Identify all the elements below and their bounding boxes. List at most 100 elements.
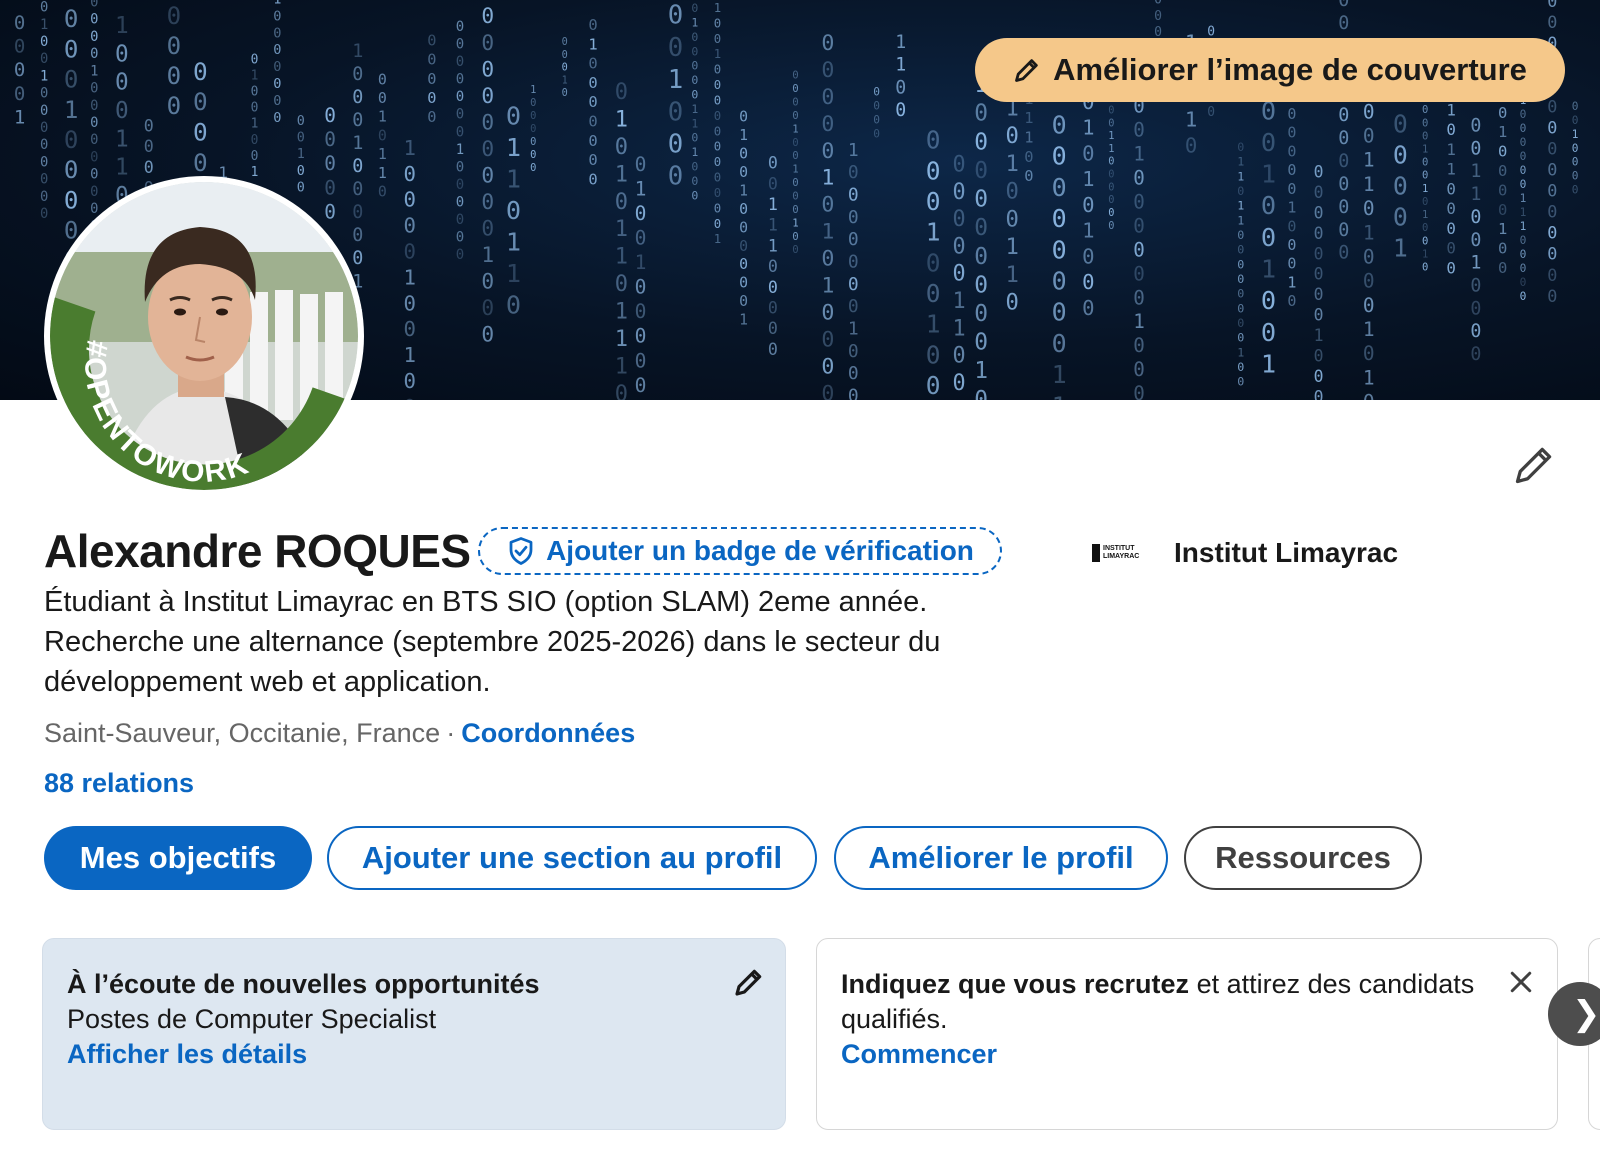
svg-text:0: 0 [1287,217,1296,235]
svg-text:1: 1 [1422,248,1428,260]
svg-text:1: 1 [64,96,79,124]
svg-text:0: 0 [714,32,721,46]
svg-text:0: 0 [792,203,798,216]
svg-text:0: 0 [456,177,464,193]
svg-text:1: 1 [1237,345,1244,359]
svg-text:0: 0 [324,128,336,151]
pencil-icon [1515,447,1552,483]
improve-profile-button[interactable]: Améliorer le profil [834,826,1168,890]
hiring-card: Indiquez que vous recrutez et attirez de… [816,938,1558,1130]
show-details-link[interactable]: Afficher les détails [67,1037,761,1072]
svg-text:0: 0 [352,110,363,131]
svg-text:0: 0 [1133,167,1145,190]
svg-text:0: 0 [1520,178,1527,191]
svg-text:1: 1 [1446,140,1456,159]
improve-cover-button[interactable]: Améliorer l’image de couverture [975,38,1565,102]
svg-text:1: 1 [1287,199,1296,217]
svg-text:0: 0 [1446,258,1456,277]
contact-info-link[interactable]: Coordonnées [461,718,635,748]
my-goals-button[interactable]: Mes objectifs [44,826,312,890]
svg-text:1: 1 [615,107,628,132]
svg-text:0: 0 [1470,116,1481,137]
svg-text:0: 0 [481,0,494,2]
avatar[interactable]: #OPENTOWORK [44,176,364,496]
svg-text:0: 0 [506,102,521,131]
svg-text:1: 1 [378,164,387,182]
svg-text:0: 0 [848,363,859,384]
svg-text:0: 0 [1498,104,1507,122]
svg-text:0: 0 [792,136,798,149]
add-profile-section-button[interactable]: Ajouter une section au profil [327,826,817,890]
svg-text:0: 0 [848,386,859,401]
svg-text:1: 1 [691,145,698,159]
svg-text:0: 0 [1338,13,1349,34]
svg-text:0: 0 [1185,133,1197,157]
svg-text:1: 1 [1024,109,1033,127]
profile-page: 0000101001000000000001000000000010000000… [0,0,1600,1166]
svg-text:0: 0 [1446,179,1456,198]
svg-text:0: 0 [1363,197,1375,220]
current-company[interactable]: INSTITUT LIMAYRAC Institut Limayrac [1092,537,1398,569]
svg-text:1: 1 [456,142,464,158]
svg-text:0: 0 [1314,183,1324,202]
profile-name: Alexandre ROQUES [44,525,471,577]
svg-text:0: 0 [1154,0,1162,8]
svg-text:0: 0 [40,172,48,188]
svg-text:0: 0 [1154,9,1162,24]
svg-text:1: 1 [974,358,988,384]
svg-text:0: 0 [1547,12,1557,32]
svg-text:0: 0 [714,16,721,30]
svg-text:0: 0 [953,234,966,259]
svg-text:0: 0 [1006,290,1019,316]
svg-text:0: 0 [427,51,436,69]
svg-text:1: 1 [404,136,416,160]
svg-text:1: 1 [251,165,259,180]
svg-text:0: 0 [1133,191,1145,214]
svg-text:0: 0 [1314,162,1324,181]
svg-text:0: 0 [926,371,941,400]
svg-text:1: 1 [1498,220,1507,238]
svg-text:0: 0 [974,330,988,356]
svg-text:0: 0 [1133,286,1145,309]
svg-text:0: 0 [1314,347,1324,366]
svg-text:0: 0 [1547,160,1557,180]
svg-text:0: 0 [193,118,208,147]
svg-text:1: 1 [768,236,778,255]
svg-text:0: 0 [768,319,778,338]
svg-text:0: 0 [873,128,880,141]
svg-text:1: 1 [378,145,387,163]
svg-text:1: 1 [1261,255,1276,284]
connections-link[interactable]: 88 relations [44,768,194,799]
svg-text:0: 0 [404,369,416,393]
svg-text:0: 0 [635,374,647,397]
svg-text:1: 1 [1237,155,1244,169]
edit-open-to-work-button[interactable] [729,963,769,1003]
svg-text:0: 0 [1572,142,1579,155]
resources-button[interactable]: Ressources [1184,826,1422,890]
svg-text:0: 0 [481,321,494,346]
svg-text:0: 0 [1133,382,1145,400]
svg-text:0: 0 [588,113,597,131]
svg-text:0: 0 [691,73,698,87]
svg-text:0: 0 [251,52,259,67]
edit-intro-button[interactable] [1508,440,1560,492]
svg-text:1: 1 [768,216,778,235]
svg-text:0: 0 [1520,248,1527,261]
svg-text:0: 0 [90,132,98,148]
svg-text:0: 0 [1470,276,1481,297]
svg-text:0: 0 [456,247,464,263]
svg-text:0: 0 [40,206,48,222]
svg-text:0: 0 [90,184,98,200]
svg-text:0: 0 [615,135,628,160]
svg-text:0: 0 [635,300,647,323]
svg-text:0: 0 [251,85,259,100]
svg-text:0: 0 [324,176,336,199]
svg-text:1: 1 [1446,100,1456,119]
get-started-link[interactable]: Commencer [841,1037,1533,1072]
add-verification-badge-button[interactable]: Ajouter un badge de vérification [478,527,1002,575]
svg-text:0: 0 [64,186,79,214]
svg-text:0: 0 [768,174,778,193]
dismiss-hiring-card-button[interactable] [1501,963,1541,1003]
svg-text:0: 0 [691,88,698,102]
svg-text:0: 0 [926,156,941,185]
